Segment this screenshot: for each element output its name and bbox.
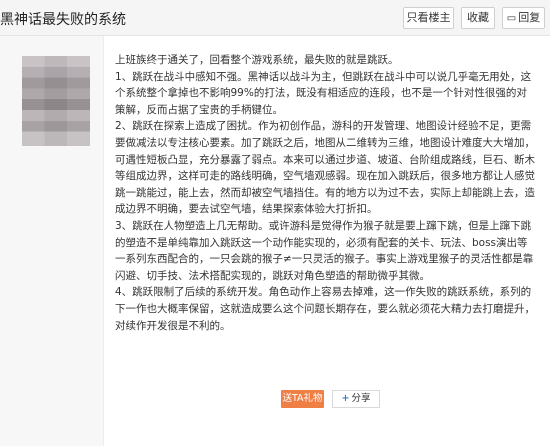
- post-header-bar: 黑神话最失败的系统 只看楼主 收藏 ▭ 回复: [0, 0, 550, 36]
- favorite-button[interactable]: 收藏: [461, 7, 495, 29]
- reply-button[interactable]: ▭ 回复: [502, 7, 545, 29]
- reply-button-label: 回复: [518, 11, 541, 24]
- post-paragraph: 上班族终于通关了，回看整个游戏系统，最失败的就是跳跃。: [115, 54, 399, 66]
- avatar[interactable]: [22, 56, 90, 146]
- post-paragraph: 2、跳跃在探索上造成了困扰。作为初创作品，游科的开发管理、地图设计经验不足，更需…: [115, 120, 535, 216]
- post-paragraph: 1、跳跃在战斗中感知不强。黑神话以战斗为主，但跳跃在战斗中可以说几乎毫无用处，这…: [115, 70, 532, 116]
- post-content: 上班族终于通关了，回看整个游戏系统，最失败的就是跳跃。 1、跳跃在战斗中感知不强…: [115, 52, 535, 334]
- comment-icon: ▭: [506, 13, 517, 24]
- plus-icon: +: [341, 393, 350, 404]
- thread-title: 黑神话最失败的系统: [0, 12, 126, 28]
- author-sidebar: [0, 36, 104, 446]
- post-paragraph: 3、跳跃在人物塑造上几无帮助。或许游科是觉得作为猴子就是要上蹿下跳，但是上蹿下跳…: [115, 219, 534, 282]
- share-button[interactable]: + 分享: [332, 390, 380, 408]
- send-gift-button[interactable]: 送TA礼物: [281, 390, 324, 408]
- only-op-button[interactable]: 只看楼主: [403, 7, 454, 29]
- post-paragraph: 4、跳跃限制了后续的系统开发。角色动作上容易去掉难，这一作失败的跳跃系统，系列的…: [115, 286, 535, 332]
- share-button-label: 分享: [351, 393, 371, 404]
